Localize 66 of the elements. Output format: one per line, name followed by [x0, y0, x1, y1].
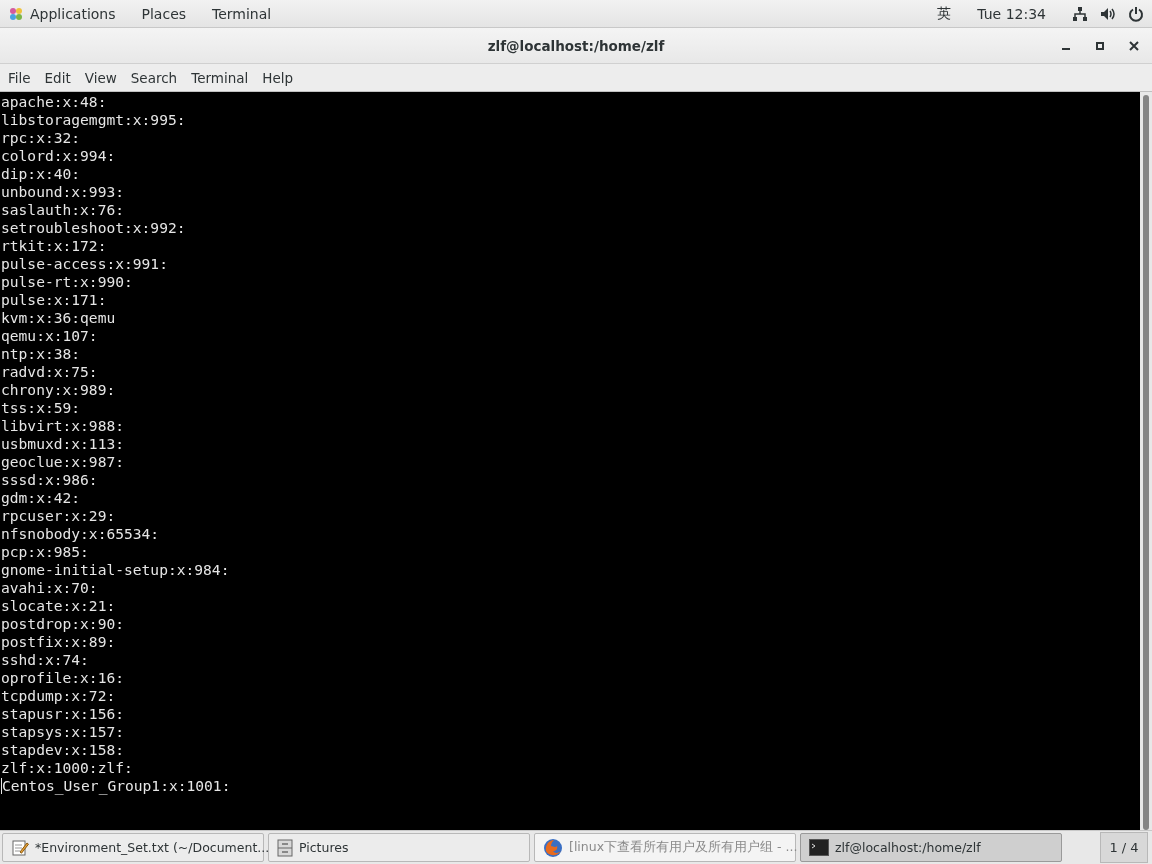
terminal-line: geoclue:x:987: [1, 453, 124, 471]
terminal-line: rpc:x:32: [1, 129, 81, 147]
maximize-icon [1096, 42, 1104, 50]
menu-item[interactable]: Terminal [184, 65, 256, 90]
menu-item[interactable]: File [1, 65, 38, 90]
terminal-line: gdm:x:42: [1, 489, 81, 507]
globe-fox-icon [543, 837, 563, 858]
terminal-line: sshd:x:74: [1, 651, 89, 669]
menu-item[interactable]: Search [123, 65, 185, 90]
terminal-line: stapusr:x:156: [1, 705, 124, 723]
terminal-line: radvd:x:75: [1, 363, 98, 381]
terminal-line: pulse:x:171: [1, 291, 107, 309]
top-menu[interactable]: Terminal [212, 5, 272, 22]
terminal-line: gnome-initial-setup:x:984: [1, 561, 230, 579]
terminal-line: colord:x:994: [1, 147, 116, 165]
input-method-indicator[interactable]: 英 [937, 4, 952, 23]
terminal-line: nfsnobody:x:65534: [1, 525, 160, 543]
terminal-line: libvirt:x:988: [1, 417, 124, 435]
terminal-line: dip:x:40: [1, 165, 81, 183]
terminal-line: tcpdump:x:72: [1, 687, 116, 705]
terminal-line: rpcuser:x:29: [1, 507, 116, 525]
terminal-line: ntp:x:38: [1, 345, 81, 363]
terminal-line: zlf:x:1000:zlf: [1, 759, 133, 777]
terminal-line: pulse-rt:x:990: [1, 273, 133, 291]
clock[interactable]: Tue 12:34 [977, 5, 1046, 22]
terminal-line: kvm:x:36:qemu [1, 309, 116, 327]
minimize-icon [1062, 48, 1070, 50]
taskbar-item[interactable]: zlf@localhost:/home/zlf [800, 833, 1062, 862]
terminal-line: pulse-access:x:991: [1, 255, 168, 273]
terminal-line: oprofile:x:16: [1, 669, 124, 687]
power-icon[interactable] [1128, 5, 1144, 22]
top-menu[interactable]: Places [141, 5, 187, 22]
terminal-line: qemu:x:107: [1, 327, 98, 345]
text-cursor [1, 778, 2, 794]
workspace-indicator[interactable]: 1 / 4 [1100, 832, 1148, 863]
terminal-line: chrony:x:989: [1, 381, 116, 399]
terminal-line: libstoragemgmt:x:995: [1, 111, 186, 129]
terminal-line: setroubleshoot:x:992: [1, 219, 186, 237]
terminal-line: rtkit:x:172: [1, 237, 107, 255]
app-grid-icon [8, 5, 24, 22]
terminal-line: usbmuxd:x:113: [1, 435, 124, 453]
scrollbar-thumb[interactable] [1143, 95, 1149, 830]
network-icon[interactable] [1072, 5, 1088, 22]
terminal-line: saslauth:x:76: [1, 201, 124, 219]
window-title: zlf@localhost:/home/zlf [486, 37, 666, 54]
taskbar-item[interactable]: Pictures [268, 833, 530, 862]
terminal-line: pcp:x:985: [1, 543, 89, 561]
cabinet-icon [277, 838, 293, 857]
terminal-icon [809, 839, 829, 856]
terminal-line: postfix:x:89: [1, 633, 116, 651]
close-icon [1129, 41, 1139, 51]
terminal-line: sssd:x:986: [1, 471, 98, 489]
top-menu[interactable]: Applications [30, 5, 116, 22]
terminal-line: apache:x:48: [1, 93, 107, 111]
terminal-line: stapsys:x:157: [1, 723, 124, 741]
menu-item[interactable]: Edit [37, 65, 78, 90]
terminal-line: stapdev:x:158: [1, 741, 124, 759]
terminal-line: tss:x:59: [1, 399, 81, 417]
terminal-line: postdrop:x:90: [1, 615, 124, 633]
terminal-line: slocate:x:21: [1, 597, 116, 615]
terminal-line: Centos_User_Group1:x:1001: [2, 777, 231, 795]
notepad-pencil-icon [11, 838, 29, 857]
terminal-line: avahi:x:70: [1, 579, 98, 597]
menu-item[interactable]: Help [255, 65, 301, 90]
menu-item[interactable]: View [77, 65, 124, 90]
terminal-line: unbound:x:993: [1, 183, 124, 201]
